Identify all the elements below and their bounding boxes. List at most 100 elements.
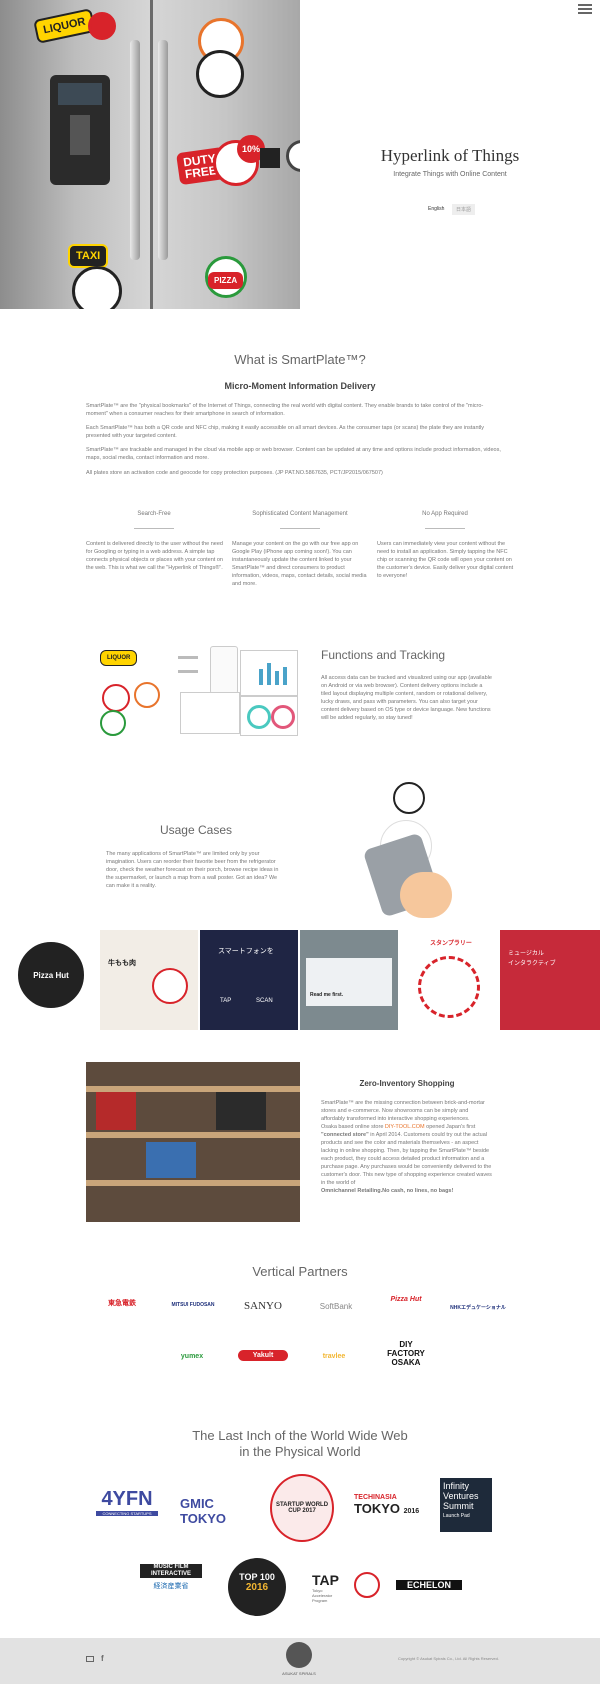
chart-bar: [267, 663, 271, 685]
store-photo: [86, 1062, 300, 1222]
ivs-subtitle: Launch Pad: [443, 1513, 470, 1519]
feature-title: No App Required: [422, 511, 468, 517]
chart-bar: [275, 671, 279, 685]
feature-title: Sophisticated Content Management: [252, 511, 348, 517]
zero-inventory-heading: Zero-Inventory Shopping: [359, 1079, 455, 1088]
dispenser-nozzle: [70, 115, 90, 155]
zero-inventory-intro: SmartPlate™ are the missing connection b…: [321, 1100, 485, 1122]
gallery-musical-poster[interactable]: ミュージカル インタラクティブ: [500, 930, 600, 1030]
qr-code: [260, 148, 280, 168]
about-heading: What is SmartPlate™?: [234, 352, 366, 367]
gallery-pizza-hut[interactable]: Pizza Hut: [0, 930, 98, 1030]
partners-heading: Vertical Partners: [252, 1264, 348, 1279]
gallery-stamp-rally[interactable]: スタンプラリー: [400, 930, 498, 1030]
pizza-sticker: PIZZA: [208, 272, 244, 289]
about-paragraph-1: SmartPlate™ are the "physical bookmarks"…: [86, 403, 484, 417]
hero-subtitle: Integrate Things with Online Content: [393, 171, 507, 178]
musical-label: ミュージカル: [508, 951, 544, 957]
gallery-signboard[interactable]: Read me first.: [300, 930, 398, 1030]
techinasia-label: TECHINASIA: [354, 1494, 397, 1501]
donut-chart-mockup: [240, 696, 298, 736]
feature-divider: [280, 528, 320, 529]
zero-inventory-text-mid: opened Japan's first: [424, 1124, 476, 1130]
snack-mini-plate: [134, 682, 160, 708]
partner-logo: travlee: [322, 1353, 346, 1360]
stamp-rally-plate: [418, 956, 480, 1018]
facebook-icon[interactable]: f: [101, 1654, 104, 1663]
4yfn-logo: 4YFN CONNECTING STARTUPS: [96, 1488, 158, 1516]
about-paragraph-3: SmartPlate™ are trackable and managed in…: [86, 447, 501, 461]
tap-program-emblem: [354, 1572, 380, 1598]
feature-title: Search-Free: [137, 511, 171, 517]
tool-display: [146, 1142, 196, 1178]
zero-inventory-text-suffix: in April 2014. Customers could try out t…: [321, 1132, 492, 1186]
donut-chart: [271, 705, 295, 729]
gallery-restaurant-menu[interactable]: 牛もも肉: [100, 930, 198, 1030]
chart-bar: [283, 667, 287, 685]
hand-illustration: [400, 872, 452, 918]
tap-subtitle: Tokyo Accelerator Program: [312, 1588, 333, 1603]
4yfn-title: 4YFN: [101, 1488, 153, 1510]
usage-heading: Usage Cases: [159, 823, 233, 837]
pizza-hut-plate: Pizza Hut: [18, 942, 84, 1008]
techinasia-city: TOKYO: [354, 1501, 400, 1516]
partner-logo: SANYO: [244, 1300, 282, 1312]
hero-title: Hyperlink of Things: [380, 146, 520, 165]
tap-label: TAP: [220, 998, 232, 1004]
hero-image: LIQUOR DUTY FREE 10% TAXI PIZZA: [0, 0, 300, 309]
donut-chart: [247, 705, 271, 729]
events-heading-line1: The Last Inch of the World Wide Web: [192, 1428, 408, 1443]
partner-logo: Yakult: [238, 1350, 288, 1361]
liquor-sticker: LIQUOR: [33, 8, 96, 44]
partner-logo: SoftBank: [319, 1302, 353, 1311]
analytics-mockup: [180, 692, 240, 734]
ivs-logo: Infinity Ventures Summit Launch Pad: [440, 1478, 492, 1532]
red-badge-sticker: [88, 12, 116, 40]
taxi-plate: [72, 266, 122, 309]
echelon-logo: ECHELON: [396, 1580, 462, 1590]
tool-display: [216, 1092, 266, 1130]
lang-japanese-button[interactable]: 日本語: [452, 204, 476, 215]
gallery-smartphone-poster[interactable]: スマートフォンを TAP SCAN: [200, 930, 298, 1030]
lang-english-button[interactable]: English: [424, 204, 448, 214]
fridge-handle-left: [130, 40, 140, 260]
stickers-illustration: LIQUOR: [96, 646, 166, 736]
brand-label: ASUKAT SPIRALS: [282, 1671, 316, 1676]
events-heading-line2: in the Physical World: [239, 1444, 361, 1459]
stamp-rally-label: スタンプラリー: [430, 941, 472, 947]
mail-icon[interactable]: [86, 1656, 94, 1662]
about-paragraph-2: Each SmartPlate™ has both a QR code and …: [86, 425, 485, 439]
ivs-title: Infinity Ventures Summit: [443, 1481, 479, 1511]
zero-inventory-text-prefix: Osaka based online store: [321, 1124, 385, 1130]
smartplate-logo-sticker: [286, 140, 300, 172]
sxsw-label: MUSIC FILM INTERACTIVE: [140, 1564, 202, 1578]
4yfn-tagline: CONNECTING STARTUPS: [96, 1511, 158, 1516]
signboard-panel: [306, 958, 392, 1006]
dashboard-mockup: [240, 650, 298, 696]
top100-title: TOP 100: [239, 1572, 275, 1582]
shelf: [86, 1180, 300, 1186]
asukat-logo[interactable]: [286, 1642, 312, 1668]
interactive-label: インタラクティブ: [508, 961, 556, 967]
menu-plate: [152, 968, 188, 1004]
taxi-sticker: TAXI: [68, 244, 109, 268]
shelf: [86, 1132, 300, 1138]
liquor-mini-sticker: LIQUOR: [100, 650, 138, 666]
functions-heading: Functions and Tracking: [321, 648, 446, 662]
dispenser-screen: [58, 83, 102, 105]
zero-inventory-text: SmartPlate™ are the missing connection b…: [321, 1099, 493, 1195]
percent-label: 10%: [241, 144, 260, 154]
gmic-logo: GMIC TOKYO: [180, 1496, 226, 1526]
diy-tool-link[interactable]: DIY-TOOL.COM: [385, 1124, 425, 1130]
feature-divider: [134, 528, 174, 529]
read-me-label: Read me first.: [310, 992, 344, 998]
hamburger-icon[interactable]: [578, 4, 592, 14]
partner-logo: DIY FACTORY OSAKA: [387, 1340, 425, 1367]
copyright: Copyright © Asukat Spirals Co., Ltd. All…: [398, 1656, 499, 1661]
top100-logo: TOP 100 2016: [228, 1558, 286, 1616]
connected-store-label: "connected store": [321, 1132, 369, 1138]
phone-app-mockup: [210, 646, 238, 694]
water-dispenser: [50, 75, 110, 185]
about-subheading: Micro-Moment Information Delivery: [224, 381, 376, 391]
techinasia-logo: TECHINASIA TOKYO 2016: [354, 1494, 424, 1516]
